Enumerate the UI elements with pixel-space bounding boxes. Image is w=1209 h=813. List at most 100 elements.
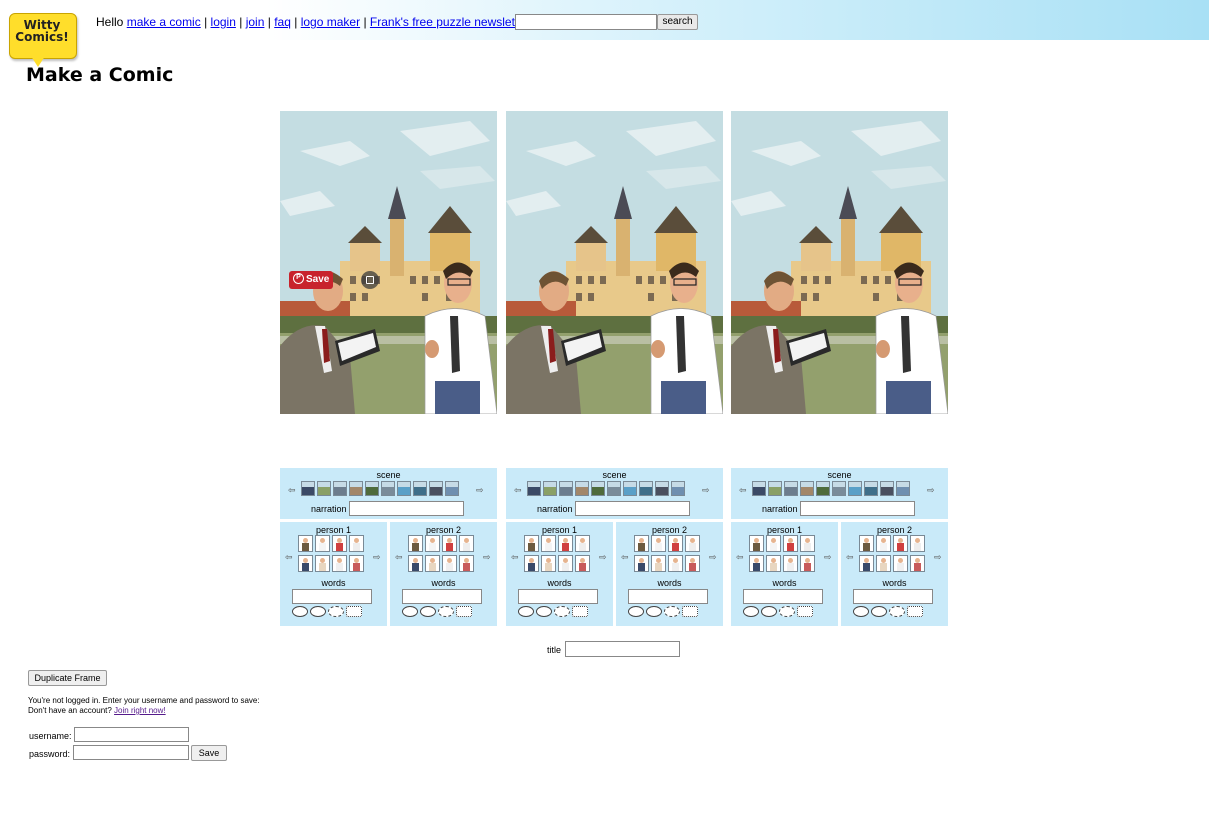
person-2-next-arrow-icon[interactable]: ⇨ (709, 552, 717, 562)
person-thumbnail[interactable] (910, 535, 925, 552)
person-thumbnail[interactable] (298, 535, 313, 552)
person-thumbnail[interactable] (459, 535, 474, 552)
scene-thumbnail[interactable] (575, 481, 589, 496)
think-bubble-icon[interactable] (554, 606, 570, 617)
person-1-words-input[interactable] (518, 589, 598, 604)
think-bubble-icon[interactable] (328, 606, 344, 617)
scene-next-arrow-icon[interactable]: ⇨ (927, 485, 935, 495)
person-thumbnail[interactable] (668, 535, 683, 552)
speech-bubble-icon[interactable] (646, 606, 662, 617)
nav-link-puzzle-newsletter[interactable]: Frank's free puzzle newsletter (370, 15, 529, 29)
person-1-next-arrow-icon[interactable]: ⇨ (824, 552, 832, 562)
person-thumbnail[interactable] (749, 555, 764, 572)
speech-bubble-icon[interactable] (871, 606, 887, 617)
duplicate-frame-button[interactable]: Duplicate Frame (28, 670, 107, 686)
scene-thumbnail[interactable] (445, 481, 459, 496)
username-input[interactable] (74, 727, 189, 742)
search-button[interactable]: search (657, 14, 698, 30)
person-thumbnail[interactable] (315, 555, 330, 572)
speech-bubble-icon[interactable] (402, 606, 418, 617)
comic-panel-1[interactable]: P Save (280, 111, 497, 414)
think-bubble-icon[interactable] (889, 606, 905, 617)
speech-bubble-icon[interactable] (292, 606, 308, 617)
scene-prev-arrow-icon[interactable]: ⇦ (739, 485, 747, 495)
think-bubble-icon[interactable] (664, 606, 680, 617)
person-thumbnail[interactable] (459, 555, 474, 572)
person-1-prev-arrow-icon[interactable]: ⇦ (511, 552, 519, 562)
scene-prev-arrow-icon[interactable]: ⇦ (288, 485, 296, 495)
person-thumbnail[interactable] (749, 535, 764, 552)
person-1-next-arrow-icon[interactable]: ⇨ (373, 552, 381, 562)
person-1-words-input[interactable] (292, 589, 372, 604)
scene-thumbnail[interactable] (413, 481, 427, 496)
rect-bubble-icon[interactable] (572, 606, 588, 617)
person-thumbnail[interactable] (575, 535, 590, 552)
speech-bubble-icon[interactable] (310, 606, 326, 617)
comic-title-input[interactable] (565, 641, 680, 657)
scene-thumbnail[interactable] (317, 481, 331, 496)
scene-thumbnail[interactable] (752, 481, 766, 496)
speech-bubble-icon[interactable] (853, 606, 869, 617)
speech-bubble-icon[interactable] (743, 606, 759, 617)
nav-link-make-a-comic[interactable]: make a comic (127, 15, 201, 29)
pinterest-save-button[interactable]: P Save (289, 271, 333, 289)
person-thumbnail[interactable] (332, 555, 347, 572)
scene-thumbnail[interactable] (864, 481, 878, 496)
person-thumbnail[interactable] (442, 535, 457, 552)
password-input[interactable] (73, 745, 189, 760)
comic-panel-2[interactable] (506, 111, 723, 414)
scene-thumbnail[interactable] (800, 481, 814, 496)
rect-bubble-icon[interactable] (907, 606, 923, 617)
rect-bubble-icon[interactable] (797, 606, 813, 617)
person-thumbnail[interactable] (298, 555, 313, 572)
scene-thumbnail[interactable] (816, 481, 830, 496)
scene-thumbnail[interactable] (896, 481, 910, 496)
person-thumbnail[interactable] (876, 555, 891, 572)
person-thumbnail[interactable] (783, 535, 798, 552)
person-thumbnail[interactable] (876, 535, 891, 552)
person-thumbnail[interactable] (425, 535, 440, 552)
nav-link-logo-maker[interactable]: logo maker (301, 15, 360, 29)
person-thumbnail[interactable] (685, 555, 700, 572)
comic-panel-3[interactable] (731, 111, 948, 414)
save-button[interactable]: Save (191, 745, 227, 761)
scene-thumbnail[interactable] (349, 481, 363, 496)
scene-thumbnail[interactable] (381, 481, 395, 496)
person-thumbnail[interactable] (651, 535, 666, 552)
person-thumbnail[interactable] (524, 555, 539, 572)
person-thumbnail[interactable] (332, 535, 347, 552)
person-thumbnail[interactable] (668, 555, 683, 572)
scene-thumbnail[interactable] (397, 481, 411, 496)
person-2-next-arrow-icon[interactable]: ⇨ (934, 552, 942, 562)
person-2-prev-arrow-icon[interactable]: ⇦ (846, 552, 854, 562)
person-thumbnail[interactable] (766, 555, 781, 572)
narration-input[interactable] (800, 501, 915, 516)
scene-thumbnail[interactable] (301, 481, 315, 496)
person-1-prev-arrow-icon[interactable]: ⇦ (736, 552, 744, 562)
person-thumbnail[interactable] (634, 535, 649, 552)
person-2-next-arrow-icon[interactable]: ⇨ (483, 552, 491, 562)
person-thumbnail[interactable] (685, 535, 700, 552)
person-thumbnail[interactable] (859, 555, 874, 572)
person-thumbnail[interactable] (558, 535, 573, 552)
scene-thumbnail[interactable] (365, 481, 379, 496)
rect-bubble-icon[interactable] (346, 606, 362, 617)
speech-bubble-icon[interactable] (536, 606, 552, 617)
person-thumbnail[interactable] (425, 555, 440, 572)
witty-comics-logo[interactable]: Witty Comics! (9, 13, 77, 67)
nav-link-join[interactable]: join (246, 15, 265, 29)
person-2-words-input[interactable] (402, 589, 482, 604)
speech-bubble-icon[interactable] (518, 606, 534, 617)
person-1-next-arrow-icon[interactable]: ⇨ (599, 552, 607, 562)
scene-thumbnail[interactable] (655, 481, 669, 496)
scene-thumbnail[interactable] (429, 481, 443, 496)
expand-icon[interactable] (361, 271, 379, 289)
scene-thumbnail[interactable] (543, 481, 557, 496)
person-thumbnail[interactable] (800, 555, 815, 572)
scene-thumbnail[interactable] (848, 481, 862, 496)
speech-bubble-icon[interactable] (628, 606, 644, 617)
think-bubble-icon[interactable] (438, 606, 454, 617)
scene-prev-arrow-icon[interactable]: ⇦ (514, 485, 522, 495)
person-thumbnail[interactable] (634, 555, 649, 572)
scene-thumbnail[interactable] (623, 481, 637, 496)
